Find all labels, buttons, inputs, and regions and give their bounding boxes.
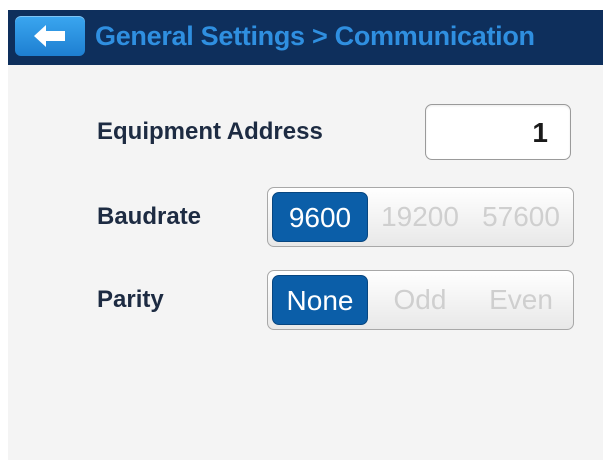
parity-label: Parity	[97, 286, 164, 313]
baudrate-option-57600[interactable]: 57600	[472, 192, 570, 242]
baudrate-option-19200[interactable]: 19200	[372, 192, 468, 242]
parity-option-none[interactable]: None	[272, 275, 368, 325]
parity-selector: None Odd Even	[267, 270, 574, 330]
back-arrow-icon	[34, 25, 65, 47]
page-title: General Settings > Communication	[95, 21, 535, 51]
baudrate-label: Baudrate	[97, 203, 202, 230]
parity-option-even[interactable]: Even	[472, 275, 570, 325]
equipment-address-value: 1	[532, 117, 548, 148]
parity-option-odd[interactable]: Odd	[372, 275, 468, 325]
screen: General Settings > Communication Equipme…	[0, 0, 603, 460]
baudrate-selector: 9600 19200 57600	[267, 187, 574, 247]
equipment-address-input[interactable]: 1	[425, 104, 571, 160]
equipment-address-label: Equipment Address	[97, 118, 323, 145]
back-button[interactable]	[15, 16, 85, 56]
baudrate-option-9600[interactable]: 9600	[272, 192, 368, 242]
